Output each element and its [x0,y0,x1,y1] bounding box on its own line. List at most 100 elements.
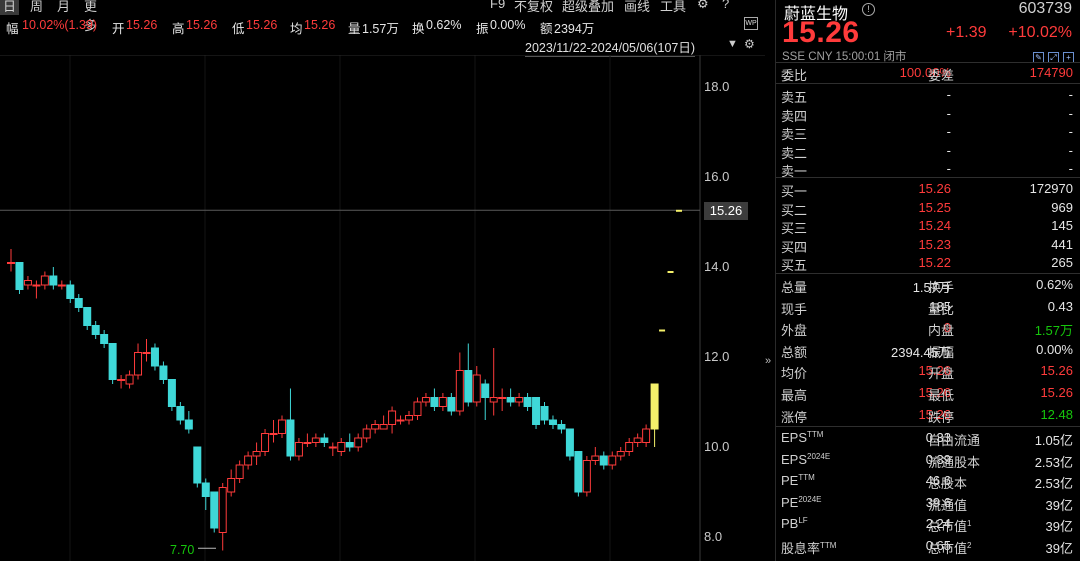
ask-row[interactable]: 卖四 - - [776,105,1080,124]
candle-body [294,442,303,457]
candle-body [548,419,557,425]
fund-label-sup: 2024E [807,451,831,461]
fund-label: PBLF [781,516,808,531]
amount-value: 2394万 [554,22,595,36]
candle-body [616,451,625,457]
help-icon[interactable]: ? [722,0,729,11]
candle-body [269,433,278,435]
candle [117,375,126,389]
candle-body [337,442,346,452]
candle [565,428,574,461]
candle-body [235,464,244,479]
candle-body [74,298,83,308]
gear-icon[interactable]: ⚙ [697,0,709,12]
candle [599,451,608,470]
candle [269,420,278,443]
fundamental-row: 股息率TTM 0.65 总市值2 39亿 [776,537,1080,556]
candle-body [455,370,464,412]
candle [438,393,447,411]
candle [405,411,414,425]
fund-label-text: 股息率 [781,541,821,556]
settings-icon[interactable]: ⚙ [744,37,755,51]
ask-row[interactable]: 卖五 - - [776,86,1080,105]
no-adjust-button[interactable]: 不复权 [514,0,553,15]
info-icon[interactable]: ! [862,3,875,16]
candle [227,469,236,497]
stat-row: 最高 15.26 最低 15.26 [776,384,1080,403]
stat-row: 均价 15.26 开盘 15.26 [776,362,1080,381]
candle-body [354,437,363,448]
chart-area: 日 周 月 更多 F9 不复权 超级叠加 画线 工具 ⚙ ? WP 幅 10.0… [0,0,765,561]
amp-value: 10.02%(1.39) [22,18,98,32]
candlestick-plot[interactable] [0,55,765,561]
candle [557,420,566,434]
candle [7,249,15,272]
candle [591,447,600,465]
candle-body [100,334,109,344]
candle-body [15,262,24,290]
ask-label: 卖四 [781,108,808,124]
candle-body [40,275,49,286]
stat-label: 总额 [781,344,808,360]
candle-body [421,397,430,403]
tab-day[interactable]: 日 [0,0,20,15]
date-range[interactable]: 2023/11/22-2024/05/06(107日) [525,37,696,57]
y-tick-12: 12.0 [704,349,730,364]
summary-bar: 幅 10.02%(1.39) 开 15.26 高 15.26 低 15.26 均… [0,17,765,36]
y-tick-18: 18.0 [704,79,730,94]
divider [776,177,1080,178]
stat-value: 15.26 [1040,385,1073,400]
candle [362,424,371,443]
candle [32,280,41,299]
ask-volume: - [1068,87,1073,102]
turn-label: 换 [412,22,425,36]
bid-row[interactable]: 买五 15.22 265 [776,254,1080,273]
collapse-handle-icon[interactable]: » [765,355,775,377]
candle-body [523,397,532,407]
candle [23,276,32,290]
candle [489,348,498,416]
candle-body [328,446,337,449]
ask-volume: - [1068,161,1073,176]
candle [447,393,456,416]
bid-price: 15.23 [918,236,951,252]
bid-row[interactable]: 买一 15.26 172970 [776,180,1080,199]
stat-value: 0.43 [1047,298,1073,314]
bid-volume: 969 [1051,199,1073,215]
candle-body [498,397,507,399]
bid-row[interactable]: 买三 15.24 145 [776,217,1080,236]
tab-month[interactable]: 月 [57,0,70,15]
draw-line-button[interactable]: 画线 [624,0,650,15]
candle [625,438,634,456]
bid-row[interactable]: 买二 15.25 969 [776,199,1080,218]
candle [150,343,159,371]
candle-body [142,352,151,354]
bid-row[interactable]: 买四 15.23 441 [776,236,1080,255]
candle-body [388,410,397,425]
divider [776,426,1080,427]
avg-value: 15.26 [304,18,336,32]
candle [49,267,58,290]
candle [659,329,666,332]
candle-body [489,397,498,403]
candle [176,402,185,425]
stat-value: 1.57万 [1034,323,1073,339]
super-overlay-button[interactable]: 超级叠加 [562,0,614,15]
ask-row[interactable]: 卖二 - - [776,142,1080,161]
candle [235,460,244,483]
ask-row[interactable]: 卖三 - - [776,123,1080,142]
bid-label: 买四 [781,239,808,255]
dropdown-icon[interactable]: ▼ [727,38,738,50]
candle [498,388,507,411]
candle [472,366,481,407]
tab-week[interactable]: 周 [30,0,43,15]
candle-body [515,397,524,403]
fund-value: 39亿 [1045,519,1073,535]
fundamental-row: EPS2024E 0.39 流通股本 2.53亿 [776,451,1080,470]
candle [582,456,591,497]
candle-body [117,379,126,381]
f9-button[interactable]: F9 [490,0,505,11]
tools-button[interactable]: 工具 [660,0,686,15]
candle-body [150,347,159,367]
fund-label-sup: 1 [967,519,972,529]
